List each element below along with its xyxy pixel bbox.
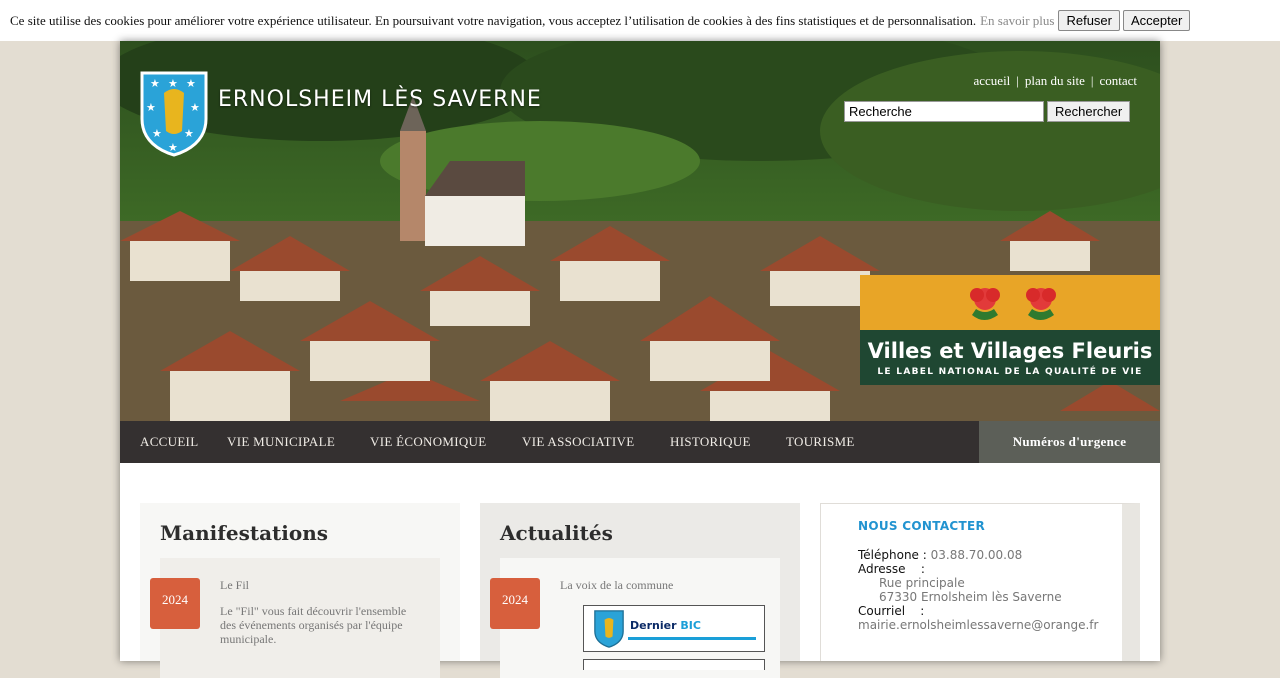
address-line1: Rue principale: [879, 576, 965, 590]
cookie-accept-button[interactable]: Accepter: [1123, 10, 1191, 31]
contact-box: NOUS CONTACTER Téléphone : 03.88.70.00.0…: [820, 503, 1140, 661]
nav-item-vie-associative[interactable]: Vie associative: [522, 434, 634, 450]
actualites-heading: Actualités: [500, 521, 613, 545]
flower-icon: [1026, 288, 1056, 320]
separator: |: [1016, 73, 1019, 88]
email-link[interactable]: mairie.ernolsheimlessaverne@orange.fr: [858, 618, 1098, 632]
manifestations-item[interactable]: 2024 Le Fil Le "Fil" vous fait découvrir…: [150, 558, 440, 678]
svg-text:★: ★: [184, 127, 194, 140]
item-title[interactable]: La voix de la commune: [560, 578, 673, 593]
bic-strong: BIC: [680, 619, 701, 632]
svg-text:★: ★: [190, 101, 200, 114]
svg-text:★: ★: [152, 127, 162, 140]
site-logo[interactable]: ★ ★ ★ ★ ★ ★ ★ ★ ERNOLSHEIM LÈS SAVERNE: [140, 71, 542, 157]
manifestations-box: Manifestations 2024 Le Fil Le "Fil" vous…: [140, 503, 460, 678]
manifestations-heading: Manifestations: [160, 521, 328, 545]
urgence-button[interactable]: Numéros d'urgence: [979, 421, 1160, 463]
address-label: Adresse :: [858, 562, 925, 576]
nav-item-tourisme[interactable]: Tourisme: [786, 434, 855, 450]
item-title[interactable]: Le Fil: [220, 578, 249, 593]
cookie-refuse-button[interactable]: Refuser: [1058, 10, 1120, 31]
bic-underline: [628, 637, 756, 640]
main-nav: Accueil Vie municipale Vie économique Vi…: [120, 421, 1160, 463]
top-links: accueil | plan du site | contact: [973, 73, 1137, 89]
svg-text:★: ★: [146, 101, 156, 114]
svg-text:★: ★: [186, 77, 196, 90]
search-button[interactable]: Rechercher: [1047, 101, 1131, 122]
nav-item-vie-municipale[interactable]: Vie municipale: [227, 434, 335, 450]
header-banner: ★ ★ ★ ★ ★ ★ ★ ★ ERNOLSHEIM LÈS SAVERNE accue…: [120, 41, 1160, 421]
nav-item-accueil[interactable]: Accueil: [140, 434, 198, 450]
phone-label: Téléphone :: [858, 548, 927, 562]
cookie-banner: Ce site utilise des cookies pour amélior…: [0, 0, 1280, 41]
actualites-box: Actualités 2024 La voix de la commune De…: [480, 503, 800, 678]
top-link-plan-du-site[interactable]: plan du site: [1025, 73, 1085, 88]
badge-subtitle: LE LABEL NATIONAL DE LA QUALITÉ DE VIE: [877, 367, 1143, 377]
flower-icon: [970, 288, 1000, 320]
address-line2: 67330 Ernolsheim lès Saverne: [879, 590, 1062, 604]
item-text: Le "Fil" vous fait découvrir l'ensemble …: [220, 604, 407, 646]
svg-text:★: ★: [168, 77, 178, 90]
cookie-message: Ce site utilise des cookies pour amélior…: [10, 12, 977, 28]
cookie-more-link[interactable]: En savoir plus: [980, 13, 1054, 29]
site-name: ERNOLSHEIM LÈS SAVERNE: [218, 86, 542, 112]
phone-value: 03.88.70.00.08: [930, 548, 1023, 562]
search-input[interactable]: [844, 101, 1044, 122]
search-form: Recherche r: [844, 101, 1131, 122]
top-link-accueil[interactable]: accueil: [973, 73, 1010, 88]
badge-title: Villes et Villages Fleuris: [867, 339, 1153, 363]
year-badge: 2024: [490, 578, 540, 629]
contact-title: NOUS CONTACTER: [858, 519, 986, 533]
email-label: Courriel :: [858, 604, 925, 618]
nav-item-vie-economique[interactable]: Vie économique: [370, 434, 487, 450]
svg-text:★: ★: [168, 141, 178, 154]
bic-prefix: Dernier: [630, 619, 681, 632]
coat-of-arms-icon: [594, 610, 624, 648]
separator: |: [1090, 73, 1094, 88]
dernier-bic-button[interactable]: Dernier BIC: [583, 605, 765, 652]
bic-label: Dernier BIC: [630, 619, 701, 632]
actualites-item[interactable]: 2024 La voix de la commune Dernier BIC: [490, 558, 780, 678]
villes-villages-fleuris-badge: Villes et Villages Fleuris LE LABEL NATI…: [860, 275, 1160, 385]
phone-row: Téléphone : 03.88.70.00.08: [858, 548, 1022, 562]
top-link-contact[interactable]: contact: [1099, 73, 1137, 88]
coat-of-arms-icon: ★ ★ ★ ★ ★ ★ ★ ★: [140, 71, 208, 157]
nav-item-historique[interactable]: Historique: [670, 434, 751, 450]
svg-text:★: ★: [150, 77, 160, 90]
year-badge: 2024: [150, 578, 200, 629]
